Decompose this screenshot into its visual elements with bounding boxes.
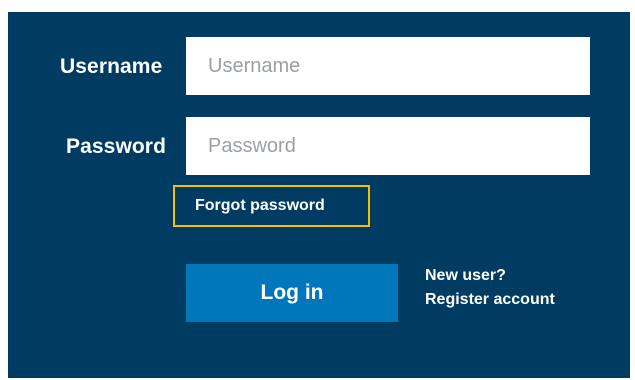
username-input[interactable] bbox=[186, 37, 590, 95]
new-user-block: New user? Register account bbox=[425, 264, 555, 312]
forgot-password-link[interactable]: Forgot password bbox=[173, 185, 370, 227]
register-account-link[interactable]: Register account bbox=[425, 288, 555, 312]
username-label: Username bbox=[60, 55, 163, 78]
new-user-text: New user? bbox=[425, 267, 506, 284]
login-button[interactable]: Log in bbox=[186, 264, 398, 322]
password-label: Password bbox=[66, 135, 167, 158]
login-panel: Username Password Forgot password Log in… bbox=[8, 12, 630, 378]
password-input[interactable] bbox=[186, 117, 590, 175]
